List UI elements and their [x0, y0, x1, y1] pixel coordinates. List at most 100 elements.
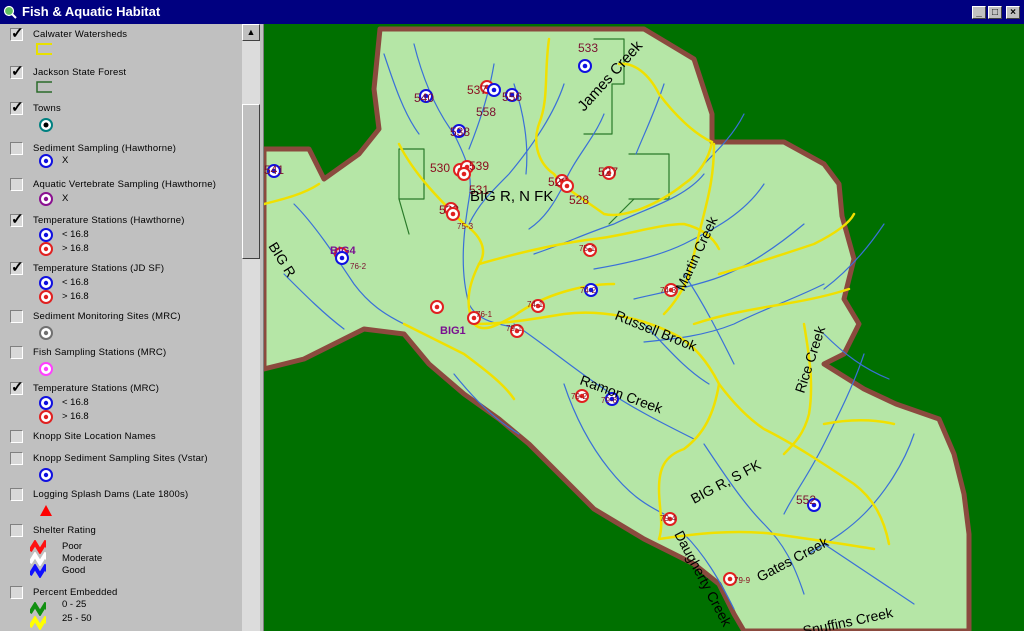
legend-symbol-icon [39, 468, 53, 482]
station-code-label: 76-1 [476, 310, 493, 319]
layer-visibility-checkbox[interactable]: ✓ [10, 64, 24, 79]
station-code-label: 530 [430, 161, 450, 175]
legend-class-label: Poor [62, 541, 83, 552]
legend-symbol-icon [39, 276, 53, 290]
layer-visibility-checkbox[interactable] [10, 586, 23, 599]
legend-class-label: > 16.8 [62, 243, 89, 254]
station-dot [461, 171, 467, 177]
station-code-label: 75-1 [579, 244, 596, 253]
station-code-label: 75-3 [457, 222, 474, 231]
legend-class-label: > 16.8 [62, 411, 89, 422]
layer-visibility-checkbox[interactable] [10, 178, 23, 191]
layer-visibility-checkbox[interactable] [10, 430, 23, 443]
legend-symbol-icon [39, 242, 53, 256]
station-code-label: 527 [598, 165, 618, 179]
station-dot [564, 183, 570, 189]
station-marker[interactable]: 538 [450, 124, 470, 139]
station-marker[interactable]: 540 [414, 89, 434, 105]
legend-symbol-icon [36, 43, 52, 55]
layer-name: Knopp Site Location Names [33, 431, 156, 442]
layer-name: Percent Embedded [33, 587, 118, 598]
layer-visibility-checkbox[interactable]: ✓ [10, 100, 24, 115]
window-title: Fish & Aquatic Habitat [22, 4, 161, 19]
layer-name: Sediment Monitoring Sites (MRC) [33, 311, 181, 322]
station-code-label: 79-9 [734, 576, 751, 585]
title-bar: Fish & Aquatic Habitat _ □ × [0, 0, 1024, 24]
station-code-label: 76-2 [350, 262, 367, 271]
legend-symbol-icon [39, 228, 53, 242]
legend-class-label: > 16.8 [62, 291, 89, 302]
legend-class-label: Good [62, 565, 86, 576]
map-canvas[interactable]: 5335405375565585385415305395315295275285… [264, 24, 1024, 631]
legend-class-label: < 16.8 [62, 229, 89, 240]
legend-class-label: X [62, 155, 69, 166]
station-marker[interactable]: 79-2 [571, 389, 589, 403]
maximize-button[interactable]: □ [988, 6, 1002, 19]
station-code-label: 558 [476, 105, 496, 119]
legend-symbol-icon [39, 396, 53, 410]
layer-visibility-checkbox[interactable]: ✓ [10, 380, 24, 395]
legend-symbol-icon [39, 192, 53, 206]
legend-scrollbar[interactable]: ▲ [242, 24, 260, 631]
legend-symbol-icon [36, 81, 52, 93]
layer-visibility-checkbox[interactable] [10, 488, 23, 501]
scroll-thumb[interactable] [242, 104, 260, 259]
legend-class-label: < 16.8 [62, 277, 89, 288]
station-code-label: 74-1 [527, 300, 544, 309]
station-marker[interactable]: 541 [264, 163, 284, 178]
station-code-label: 538 [450, 125, 470, 139]
layer-visibility-checkbox[interactable]: ✓ [10, 26, 24, 41]
station-marker[interactable]: 74-2 [580, 283, 598, 297]
legend-symbol-icon [30, 616, 46, 630]
layer-name: Temperature Stations (JD SF) [33, 263, 165, 274]
station-dot [339, 255, 345, 261]
station-code-label: 528 [569, 193, 589, 207]
legend-class-label: < 16.8 [62, 397, 89, 408]
station-dot [491, 87, 497, 93]
layer-visibility-checkbox[interactable] [10, 346, 23, 359]
layer-visibility-checkbox[interactable] [10, 142, 23, 155]
layer-name: Towns [33, 103, 61, 114]
legend-symbol-icon [40, 505, 52, 516]
station-code-label: 74-2 [580, 286, 597, 295]
layer-visibility-checkbox[interactable] [10, 452, 23, 465]
layer-visibility-checkbox[interactable]: ✓ [10, 212, 24, 227]
station-code-label: 540 [414, 91, 434, 105]
layer-name: Knopp Sediment Sampling Sites (Vstar) [33, 453, 208, 464]
layer-name: Fish Sampling Stations (MRC) [33, 347, 167, 358]
legend-symbol-icon [39, 290, 53, 304]
legend-class-label: X [62, 193, 69, 204]
legend-symbol-icon [39, 362, 53, 376]
legend-symbol-icon [30, 602, 46, 616]
station-code-label: 79-2 [571, 392, 588, 401]
layer-name: Calwater Watersheds [33, 29, 128, 40]
globe-magnifier-icon [3, 5, 17, 19]
map-view[interactable]: 5335405375565585385415305395315295275285… [264, 24, 1024, 631]
station-dot [727, 576, 733, 582]
layer-name: Logging Splash Dams (Late 1800s) [33, 489, 189, 500]
legend-symbol-icon [39, 326, 53, 340]
layer-name: Temperature Stations (Hawthorne) [33, 215, 185, 226]
station-code-label: 533 [578, 41, 598, 55]
layer-visibility-checkbox[interactable] [10, 310, 23, 323]
station-code-label: 79-1 [506, 324, 523, 333]
station-code-label: 556 [502, 90, 522, 104]
station-marker[interactable]: 556 [502, 88, 522, 104]
legend-class-label: 25 - 50 [62, 613, 92, 624]
legend-symbol-icon [39, 410, 53, 424]
station-marker[interactable]: 527 [598, 165, 618, 180]
station-code-label: 552 [796, 493, 816, 507]
close-button[interactable]: × [1006, 6, 1020, 19]
minimize-button[interactable]: _ [972, 6, 986, 19]
layer-name: Temperature Stations (MRC) [33, 383, 160, 394]
legend-symbol-icon [39, 154, 53, 168]
scroll-up-arrow-icon[interactable]: ▲ [242, 24, 260, 41]
layer-visibility-checkbox[interactable] [10, 524, 23, 537]
station-dot [582, 63, 588, 69]
station-code-label: BIG1 [440, 325, 466, 337]
layer-name: Shelter Rating [33, 525, 97, 536]
station-code-label: 537 [467, 83, 487, 97]
station-dot [434, 304, 440, 310]
layer-visibility-checkbox[interactable]: ✓ [10, 260, 24, 275]
legend-class-label: Moderate [62, 553, 103, 564]
